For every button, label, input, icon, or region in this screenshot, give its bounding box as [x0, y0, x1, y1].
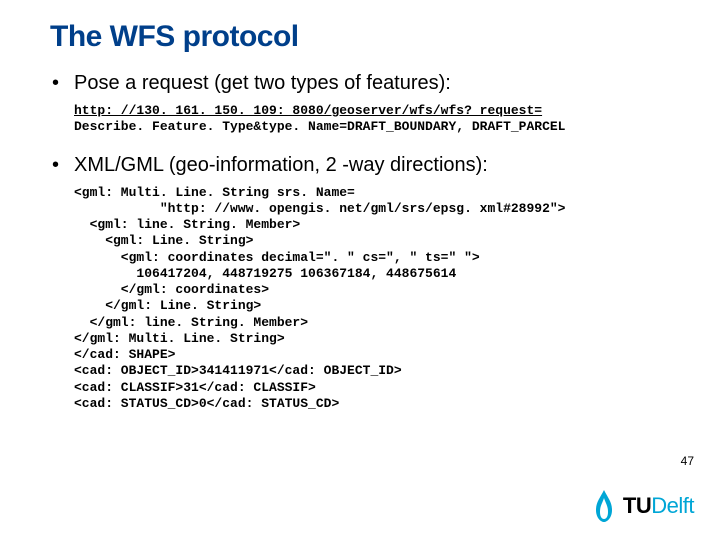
code-block-2: <gml: Multi. Line. String srs. Name= "ht…: [74, 185, 720, 413]
bullet-list: Pose a request (get two types of feature…: [50, 72, 720, 95]
logo-tudelft: TUDelft: [591, 488, 694, 524]
logo-delft: Delft: [651, 493, 694, 518]
page-number: 47: [681, 454, 694, 468]
bullet-text-2: XML/GML (geo-information, 2 -way directi…: [74, 154, 488, 176]
slide-title: The WFS protocol: [50, 20, 720, 54]
code-url-line2: Describe. Feature. Type&type. Name=DRAFT…: [74, 119, 565, 134]
bullet-text-1: Pose a request (get two types of feature…: [74, 72, 451, 94]
flame-icon: [591, 488, 617, 524]
logo-tu: TU: [623, 493, 651, 518]
slide: The WFS protocol Pose a request (get two…: [0, 0, 720, 540]
bullet-item-2: XML/GML (geo-information, 2 -way directi…: [50, 154, 720, 177]
bullet-list-2: XML/GML (geo-information, 2 -way directi…: [50, 154, 720, 177]
bullet-item-1: Pose a request (get two types of feature…: [50, 72, 720, 95]
code-block-1: http: //130. 161. 150. 109: 8080/geoserv…: [74, 103, 720, 136]
logo-text: TUDelft: [623, 493, 694, 519]
code-url-line1: http: //130. 161. 150. 109: 8080/geoserv…: [74, 103, 542, 118]
